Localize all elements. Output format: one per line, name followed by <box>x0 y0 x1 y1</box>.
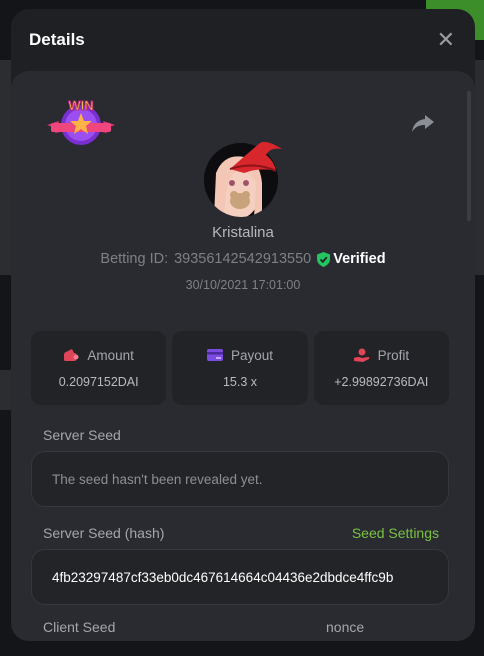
server-seed-field: The seed hasn't been revealed yet. <box>31 451 449 507</box>
close-icon[interactable]: ✕ <box>437 29 455 51</box>
payout-stat: Payout 15.3 x <box>172 331 308 405</box>
card-icon <box>206 349 223 361</box>
payout-label: Payout <box>230 347 273 363</box>
share-icon[interactable] <box>411 113 435 133</box>
betting-id-label: Betting ID: <box>100 251 169 267</box>
stats-row: Amount 0.2097152DAI Payout 15.3 x Profit… <box>31 331 449 405</box>
server-seed-hash-field[interactable]: 4fb23297487cf33eb0dc467614664c04436e2dbd… <box>31 549 449 605</box>
modal-title: Details <box>29 30 85 49</box>
amount-value: 0.2097152DAI <box>58 374 139 389</box>
avatar <box>204 141 282 217</box>
payout-value: 15.3 x <box>222 374 258 389</box>
amount-label: Amount <box>87 347 134 363</box>
nonce-label: nonce <box>326 619 365 635</box>
modal-header: Details ✕ <box>11 9 475 71</box>
shield-check-icon <box>317 251 331 267</box>
profit-stat: Profit +2.99892736DAI <box>313 331 449 405</box>
profit-label: Profit <box>377 347 410 363</box>
profit-hand-icon <box>353 348 369 362</box>
server-seed-hash-label: Server Seed (hash) <box>43 525 165 541</box>
server-seed-label: Server Seed <box>43 427 121 443</box>
verified-badge: Verified <box>317 251 386 267</box>
details-modal: Details ✕ WIN Kristalina Betting ID: 393… <box>11 9 475 641</box>
username: Kristalina <box>212 224 274 241</box>
bet-date: 30/10/2021 17:01:00 <box>185 278 301 292</box>
seed-settings-link[interactable]: Seed Settings <box>352 525 439 541</box>
scrollbar[interactable] <box>467 91 471 221</box>
amount-stat: Amount 0.2097152DAI <box>31 331 167 405</box>
profit-value: +2.99892736DAI <box>334 374 429 389</box>
win-badge-icon: WIN <box>47 98 115 145</box>
bet-details-card: WIN Kristalina Betting ID: 3935614254291… <box>11 71 475 641</box>
client-seed-label: Client Seed <box>43 619 116 635</box>
win-badge-label: WIN <box>68 98 93 113</box>
betting-id-value: 39356142542913550 <box>174 251 312 267</box>
verified-label: Verified <box>333 251 386 267</box>
betting-id-row: Betting ID: 39356142542913550 Verified <box>11 251 475 267</box>
amount-icon <box>64 349 79 361</box>
